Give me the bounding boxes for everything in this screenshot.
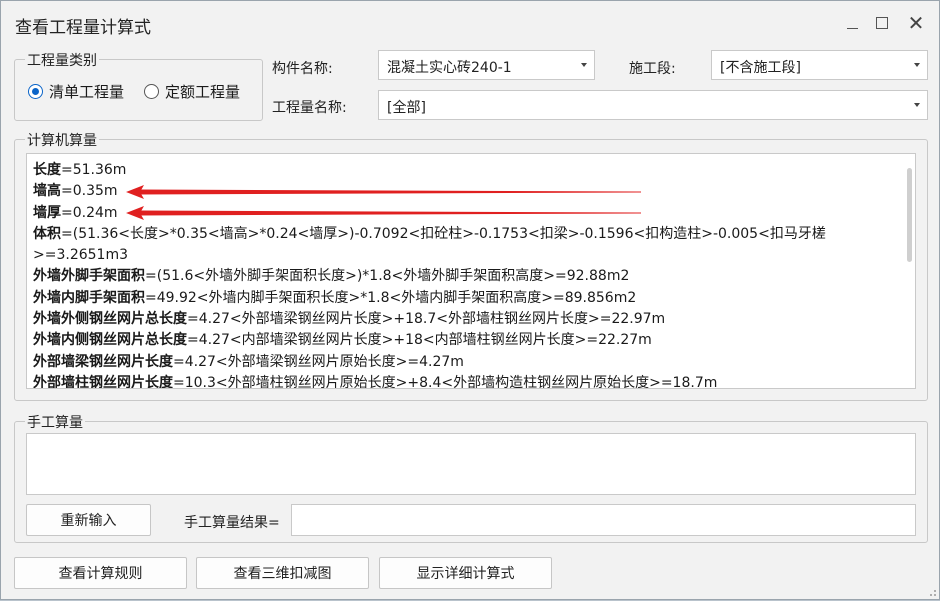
- arrow-wall-height: [126, 185, 641, 199]
- view-rules-button[interactable]: 查看计算规则: [14, 557, 187, 589]
- manual-calc-legend: 手工算量: [25, 412, 85, 432]
- manual-result-label: 手工算量结果=: [184, 515, 280, 531]
- manual-result-field[interactable]: [291, 504, 916, 536]
- manual-calc-input[interactable]: [26, 433, 916, 495]
- view-3d-button[interactable]: 查看三维扣减图: [196, 557, 369, 589]
- arrow-wall-thickness: [126, 206, 641, 220]
- dialog-window: 查看工程量计算式 ✕ 工程量类别 清单工程量 定额工程量 构件名称: 混凝土实心…: [0, 0, 940, 600]
- reenter-button[interactable]: 重新输入: [26, 504, 151, 536]
- resize-grip-icon[interactable]: [927, 587, 937, 597]
- show-detail-button[interactable]: 显示详细计算式: [379, 557, 552, 589]
